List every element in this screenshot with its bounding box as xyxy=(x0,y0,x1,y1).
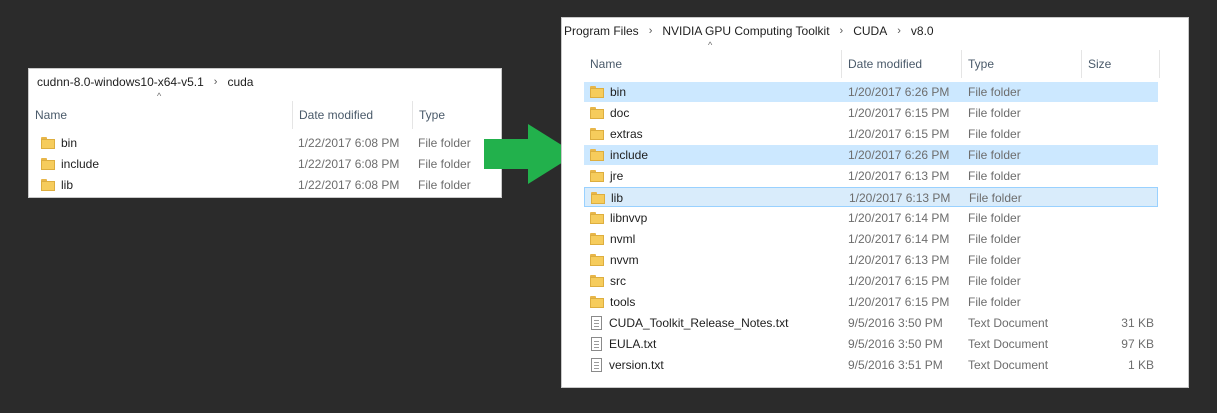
breadcrumb-segment[interactable]: Program Files xyxy=(562,24,641,38)
column-header-date-modified[interactable]: Date modified xyxy=(293,101,413,129)
list-item[interactable]: version.txt 9/5/2016 3:51 PM Text Document… xyxy=(584,355,1158,375)
list-item[interactable]: include 1/20/2017 6:26 PM File folder xyxy=(584,145,1158,165)
folder-icon xyxy=(591,192,605,204)
breadcrumb-chevron-icon[interactable]: › xyxy=(832,25,852,37)
text-document-icon xyxy=(591,337,602,351)
breadcrumb[interactable]: Program Files › NVIDIA GPU Computing Too… xyxy=(562,18,1188,44)
folder-icon xyxy=(590,107,604,119)
list-item[interactable]: include 1/22/2017 6:08 PM File folder xyxy=(35,154,497,174)
breadcrumb-chevron-icon[interactable]: › xyxy=(206,76,226,88)
text-document-icon xyxy=(591,358,602,372)
column-header-name[interactable]: ^ Name xyxy=(29,91,293,129)
column-header-row: ^ Name Date modified Type Size xyxy=(584,40,1160,78)
folder-icon xyxy=(590,275,604,287)
folder-icon xyxy=(590,233,604,245)
list-item[interactable]: nvvm 1/20/2017 6:13 PM File folder xyxy=(584,250,1158,270)
breadcrumb-segment[interactable]: v8.0 xyxy=(909,24,936,38)
folder-icon xyxy=(590,86,604,98)
source-explorer-window: cudnn-8.0-windows10-x64-v5.1 › cuda ^ Na… xyxy=(28,68,502,198)
folder-icon xyxy=(590,212,604,224)
list-item[interactable]: doc 1/20/2017 6:15 PM File folder xyxy=(584,103,1158,123)
folder-icon xyxy=(590,128,604,140)
breadcrumb-segment[interactable]: cudnn-8.0-windows10-x64-v5.1 xyxy=(35,75,206,89)
breadcrumb-segment[interactable]: NVIDIA GPU Computing Toolkit xyxy=(660,24,831,38)
list-item[interactable]: extras 1/20/2017 6:15 PM File folder xyxy=(584,124,1158,144)
column-header-type[interactable]: Type xyxy=(962,50,1082,78)
list-item[interactable]: EULA.txt 9/5/2016 3:50 PM Text Document 97 … xyxy=(584,334,1158,354)
list-item[interactable]: nvml 1/20/2017 6:14 PM File folder xyxy=(584,229,1158,249)
list-item[interactable]: jre 1/20/2017 6:13 PM File folder xyxy=(584,166,1158,186)
list-item[interactable]: lib 1/22/2017 6:08 PM File folder xyxy=(35,175,497,195)
text-document-icon xyxy=(591,316,602,330)
breadcrumb-segment[interactable]: cuda xyxy=(225,75,255,89)
list-item[interactable]: tools 1/20/2017 6:15 PM File folder xyxy=(584,292,1158,312)
breadcrumb-chevron-icon[interactable]: › xyxy=(889,25,909,37)
column-header-row: ^ Name Date modified Type xyxy=(29,91,501,129)
folder-icon xyxy=(590,170,604,182)
folder-icon xyxy=(590,149,604,161)
column-header-name[interactable]: ^ Name xyxy=(584,40,842,78)
folder-icon xyxy=(41,137,55,149)
list-item[interactable]: src 1/20/2017 6:15 PM File folder xyxy=(584,271,1158,291)
folder-icon xyxy=(41,179,55,191)
folder-icon xyxy=(590,254,604,266)
list-item[interactable]: CUDA_Toolkit_Release_Notes.txt 9/5/2016 3… xyxy=(584,313,1158,333)
folder-icon xyxy=(590,296,604,308)
column-header-date-modified[interactable]: Date modified xyxy=(842,50,962,78)
sort-ascending-icon: ^ xyxy=(708,40,713,50)
list-item[interactable]: libnvvp 1/20/2017 6:14 PM File folder xyxy=(584,208,1158,228)
breadcrumb-segment[interactable]: CUDA xyxy=(851,24,889,38)
list-item[interactable]: lib 1/20/2017 6:13 PM File folder xyxy=(584,187,1158,207)
breadcrumb[interactable]: cudnn-8.0-windows10-x64-v5.1 › cuda xyxy=(29,69,501,95)
folder-icon xyxy=(41,158,55,170)
sort-ascending-icon: ^ xyxy=(157,91,162,101)
column-header-size[interactable]: Size xyxy=(1082,50,1160,78)
breadcrumb-chevron-icon[interactable]: › xyxy=(641,25,661,37)
list-item[interactable]: bin 1/20/2017 6:26 PM File folder xyxy=(584,82,1158,102)
list-item[interactable]: bin 1/22/2017 6:08 PM File folder xyxy=(35,133,497,153)
destination-explorer-window: Program Files › NVIDIA GPU Computing Too… xyxy=(561,17,1189,388)
